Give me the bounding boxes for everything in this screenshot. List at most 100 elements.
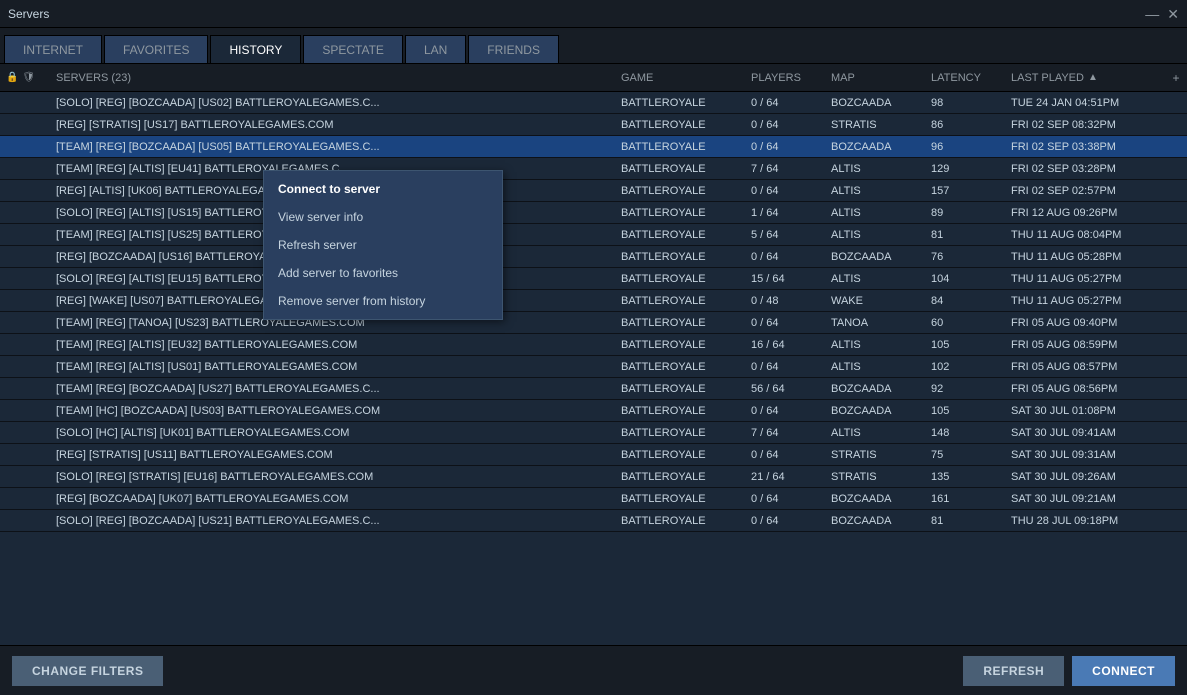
server-map: tanoa <box>825 317 925 329</box>
header-lastplayed[interactable]: LAST PLAYED ▲ <box>1005 72 1165 84</box>
table-row[interactable]: [SOLO] [REG] [Altis] [EU15] battleroyale… <box>0 268 1187 290</box>
server-players: 16 / 64 <box>745 339 825 351</box>
tab-internet[interactable]: INTERNET <box>4 35 102 63</box>
table-row[interactable]: [REG] [Bozcaada] [US16] battleroyalegame… <box>0 246 1187 268</box>
table-row[interactable]: [TEAM] [HC] [Bozcaada] [US03] battleroya… <box>0 400 1187 422</box>
tab-favorites[interactable]: FAVORITES <box>104 35 208 63</box>
tab-bar: INTERNETFAVORITESHISTORYSPECTATELANFRIEN… <box>0 28 1187 64</box>
context-menu-item-removehist[interactable]: Remove server from history <box>264 287 502 315</box>
server-name: [SOLO] [HC] [Altis] [UK01] battleroyaleg… <box>50 427 615 439</box>
server-lastplayed: Sat 30 Jul 09:26am <box>1005 471 1165 483</box>
table-row[interactable]: [REG] [Wake] [US07] battleroyalegames.co… <box>0 290 1187 312</box>
header-add[interactable]: + <box>1165 71 1187 85</box>
table-row[interactable]: [TEAM] [REG] [Tanoa] [US23] battleroyale… <box>0 312 1187 334</box>
table-row[interactable]: [TEAM] [REG] [Altis] [EU32] battleroyale… <box>0 334 1187 356</box>
change-filters-button[interactable]: CHANGE FILTERS <box>12 656 163 686</box>
table-row[interactable]: [TEAM] [REG] [Altis] [US25] battleroyale… <box>0 224 1187 246</box>
server-lastplayed: Sat 30 Jul 01:08pm <box>1005 405 1165 417</box>
table-row[interactable]: [TEAM] [REG] [Bozcaada] [US05] battleroy… <box>0 136 1187 158</box>
server-lastplayed: Fri 05 Aug 08:56pm <box>1005 383 1165 395</box>
server-map: altis <box>825 185 925 197</box>
table-row[interactable]: [SOLO] [REG] [Bozcaada] [US21] battleroy… <box>0 510 1187 532</box>
server-latency: 84 <box>925 295 1005 307</box>
context-menu-item-refresh[interactable]: Refresh server <box>264 231 502 259</box>
header-map[interactable]: MAP <box>825 72 925 84</box>
server-players: 21 / 64 <box>745 471 825 483</box>
server-name: [REG] [Bozcaada] [UK07] battleroyalegame… <box>50 493 615 505</box>
table-row[interactable]: [REG] [Altis] [UK06] battleroyalegames.c… <box>0 180 1187 202</box>
minimize-button[interactable]: — <box>1145 7 1159 21</box>
server-latency: 86 <box>925 119 1005 131</box>
header-latency[interactable]: LATENCY <box>925 72 1005 84</box>
server-game: battleroyale <box>615 163 745 175</box>
server-players: 0 / 64 <box>745 119 825 131</box>
server-map: altis <box>825 229 925 241</box>
server-latency: 98 <box>925 97 1005 109</box>
server-game: battleroyale <box>615 361 745 373</box>
tab-spectate[interactable]: SPECTATE <box>303 35 403 63</box>
server-lastplayed: Thu 11 Aug 08:04pm <box>1005 229 1165 241</box>
context-menu-item-addfav[interactable]: Add server to favorites <box>264 259 502 287</box>
server-players: 0 / 64 <box>745 515 825 527</box>
bottom-bar: CHANGE FILTERS REFRESH CONNECT <box>0 645 1187 695</box>
server-latency: 105 <box>925 405 1005 417</box>
header-players[interactable]: PLAYERS <box>745 72 825 84</box>
server-game: battleroyale <box>615 383 745 395</box>
server-map: stratis <box>825 119 925 131</box>
server-latency: 104 <box>925 273 1005 285</box>
table-row[interactable]: [TEAM] [REG] [Altis] [US01] battleroyale… <box>0 356 1187 378</box>
server-latency: 81 <box>925 515 1005 527</box>
server-players: 0 / 64 <box>745 317 825 329</box>
tab-history[interactable]: HISTORY <box>210 35 301 63</box>
server-map: bozcaada <box>825 97 925 109</box>
server-lastplayed: Thu 11 Aug 05:27pm <box>1005 295 1165 307</box>
table-row[interactable]: [REG] [Bozcaada] [UK07] battleroyalegame… <box>0 488 1187 510</box>
table-row[interactable]: [SOLO] [REG] [Bozcaada] [US02] battleroy… <box>0 92 1187 114</box>
server-game: battleroyale <box>615 427 745 439</box>
close-button[interactable]: ✕ <box>1167 7 1179 21</box>
server-lastplayed: Fri 02 Sep 03:28pm <box>1005 163 1165 175</box>
connect-button[interactable]: CONNECT <box>1072 656 1175 686</box>
server-players: 0 / 64 <box>745 361 825 373</box>
table-row[interactable]: [REG] [Stratis] [US11] battleroyalegames… <box>0 444 1187 466</box>
server-lastplayed: Thu 28 Jul 09:18pm <box>1005 515 1165 527</box>
server-lastplayed: Sat 30 Jul 09:31am <box>1005 449 1165 461</box>
server-latency: 105 <box>925 339 1005 351</box>
server-players: 0 / 48 <box>745 295 825 307</box>
bottom-right-buttons: REFRESH CONNECT <box>963 656 1175 686</box>
server-lastplayed: Fri 05 Aug 08:59pm <box>1005 339 1165 351</box>
tab-friends[interactable]: FRIENDS <box>468 35 559 63</box>
server-game: battleroyale <box>615 515 745 527</box>
context-menu-item-connect[interactable]: Connect to server <box>264 175 502 203</box>
window-title: Servers <box>8 7 49 21</box>
header-game[interactable]: GAME <box>615 72 745 84</box>
table-row[interactable]: [TEAM] [REG] [Bozcaada] [US27] battleroy… <box>0 378 1187 400</box>
server-lastplayed: Sat 30 Jul 09:21am <box>1005 493 1165 505</box>
context-menu-item-viewinfo[interactable]: View server info <box>264 203 502 231</box>
sort-arrow-icon: ▲ <box>1088 72 1098 83</box>
server-players: 0 / 64 <box>745 97 825 109</box>
server-players: 0 / 64 <box>745 493 825 505</box>
table-row[interactable]: [SOLO] [HC] [Altis] [UK01] battleroyaleg… <box>0 422 1187 444</box>
header-icons-col: 🔒 🛡 <box>0 72 50 83</box>
table-row[interactable]: [SOLO] [REG] [Stratis] [EU16] battleroya… <box>0 466 1187 488</box>
server-latency: 60 <box>925 317 1005 329</box>
server-players: 1 / 64 <box>745 207 825 219</box>
server-game: battleroyale <box>615 295 745 307</box>
server-latency: 157 <box>925 185 1005 197</box>
header-servers[interactable]: SERVERS (23) <box>50 72 615 84</box>
table-row[interactable]: [SOLO] [REG] [Altis] [US15] battleroyale… <box>0 202 1187 224</box>
refresh-button[interactable]: REFRESH <box>963 656 1064 686</box>
table-row[interactable]: [REG] [Stratis] [US17] battleroyalegames… <box>0 114 1187 136</box>
server-game: battleroyale <box>615 449 745 461</box>
server-name: [SOLO] [REG] [Bozcaada] [US02] battleroy… <box>50 97 615 109</box>
lock-icon: 🔒 <box>6 72 18 83</box>
table-row[interactable]: [TEAM] [REG] [Altis] [EU41] battleroyale… <box>0 158 1187 180</box>
server-map: altis <box>825 273 925 285</box>
server-game: battleroyale <box>615 119 745 131</box>
server-latency: 89 <box>925 207 1005 219</box>
server-game: battleroyale <box>615 273 745 285</box>
server-map: altis <box>825 207 925 219</box>
server-map: stratis <box>825 449 925 461</box>
tab-lan[interactable]: LAN <box>405 35 466 63</box>
